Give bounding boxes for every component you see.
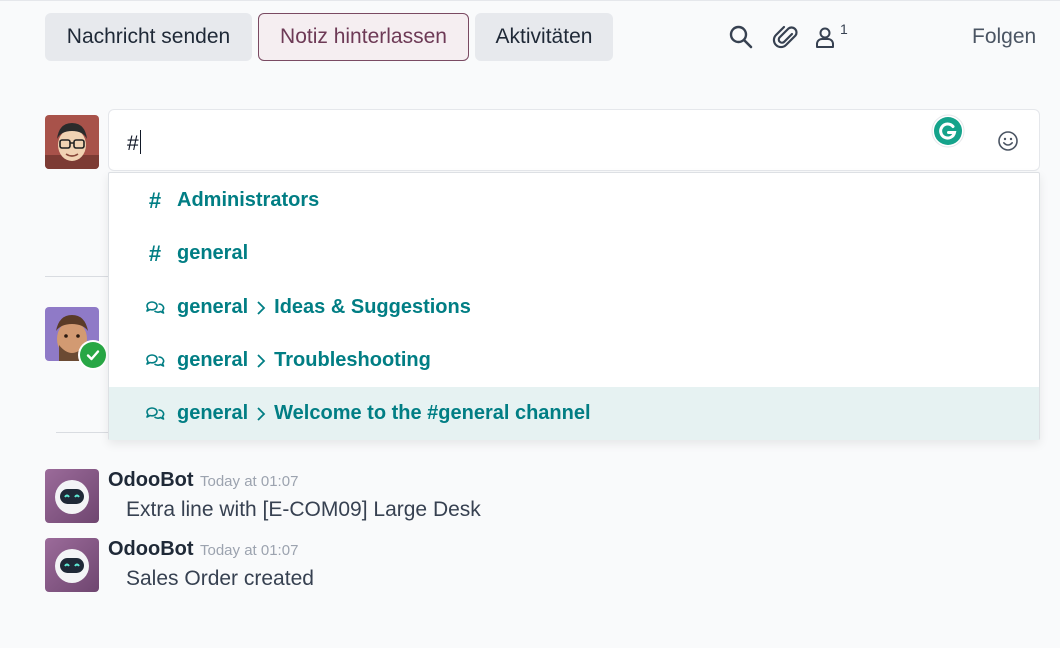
activities-button[interactable]: Aktivitäten bbox=[475, 13, 613, 61]
suggestion-item[interactable]: # Administrators bbox=[109, 174, 1039, 227]
online-status-badge bbox=[78, 340, 108, 370]
message-composer[interactable]: # bbox=[108, 109, 1040, 171]
paperclip-icon[interactable] bbox=[772, 23, 800, 51]
thread-icon bbox=[145, 405, 165, 423]
emoji-icon[interactable] bbox=[997, 130, 1019, 152]
current-user-avatar bbox=[45, 115, 99, 169]
chevron-right-icon bbox=[256, 406, 266, 422]
message-author[interactable]: OdooBot bbox=[108, 469, 194, 492]
message-body: Sales Order created bbox=[126, 567, 314, 590]
follow-button[interactable]: Folgen bbox=[972, 25, 1036, 49]
composer-input[interactable]: # bbox=[127, 130, 141, 156]
follower-count: 1 bbox=[840, 21, 848, 37]
send-message-button[interactable]: Nachricht senden bbox=[45, 13, 252, 61]
search-icon[interactable] bbox=[727, 23, 755, 51]
hash-icon: # bbox=[148, 187, 162, 213]
chevron-right-icon bbox=[256, 353, 266, 369]
channel-suggestions-dropdown: # Administrators # general general Ideas… bbox=[108, 172, 1040, 440]
divider bbox=[45, 276, 108, 277]
suggestion-item[interactable]: # general bbox=[109, 227, 1039, 280]
grammarly-icon[interactable] bbox=[931, 114, 965, 148]
hash-icon: # bbox=[148, 240, 162, 266]
divider bbox=[56, 432, 108, 433]
chevron-right-icon bbox=[256, 300, 266, 316]
message-timestamp: Today at 01:07 bbox=[200, 542, 299, 559]
suggestion-item[interactable]: general Troubleshooting bbox=[109, 334, 1039, 387]
message-author[interactable]: OdooBot bbox=[108, 538, 194, 561]
thread-icon bbox=[145, 352, 165, 370]
check-icon bbox=[86, 350, 100, 361]
odoobot-avatar bbox=[45, 538, 99, 592]
message-body: Extra line with [E-COM09] Large Desk bbox=[126, 498, 481, 521]
odoobot-avatar bbox=[45, 469, 99, 523]
log-note-button[interactable]: Notiz hinterlassen bbox=[258, 13, 469, 61]
suggestion-item[interactable]: general Ideas & Suggestions bbox=[109, 281, 1039, 334]
suggestion-item-active[interactable]: general Welcome to the #general channel bbox=[109, 387, 1039, 440]
thread-icon bbox=[145, 299, 165, 317]
followers-icon[interactable] bbox=[812, 23, 840, 51]
message-timestamp: Today at 01:07 bbox=[200, 473, 299, 490]
